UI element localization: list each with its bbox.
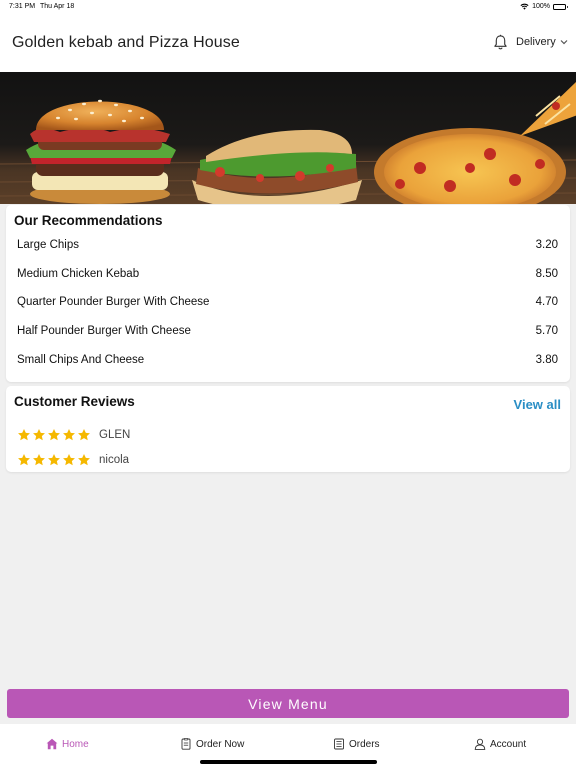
star-icon [63, 454, 75, 466]
item-price: 4.70 [535, 296, 558, 308]
star-icon [33, 454, 45, 466]
star-icon [48, 429, 60, 441]
item-price: 8.50 [535, 268, 558, 280]
bell-icon[interactable] [493, 34, 508, 51]
review-item: nicola [17, 453, 129, 467]
recommendations-title: Our Recommendations [14, 213, 163, 228]
status-right: 100% [520, 3, 568, 10]
view-all-link[interactable]: View all [514, 397, 561, 412]
review-item: GLEN [17, 428, 130, 442]
hero-banner [0, 72, 576, 204]
battery-icon [553, 3, 568, 10]
home-indicator[interactable] [200, 760, 377, 764]
tab-account-label: Account [490, 738, 527, 750]
recommendation-item[interactable]: Small Chips And Cheese 3.80 [17, 354, 558, 366]
tab-order-now[interactable]: Order Now [180, 738, 244, 750]
tab-account[interactable]: Account [474, 738, 526, 750]
reviewer-name: nicola [99, 454, 130, 466]
restaurant-title: Golden kebab and Pizza House [12, 34, 240, 51]
star-icon [18, 429, 30, 441]
account-icon [474, 738, 486, 750]
item-name: Small Chips And Cheese [17, 354, 145, 366]
star-icon [78, 454, 90, 466]
item-price: 3.80 [535, 354, 558, 366]
tab-order-now-label: Order Now [196, 738, 245, 750]
view-menu-button[interactable]: View Menu [7, 689, 569, 718]
status-date: Thu Apr 18 [40, 3, 75, 10]
star-icon [18, 454, 30, 466]
status-bar: 7:31 PM Thu Apr 18 100% [0, 0, 576, 14]
recommendations-card: Our Recommendations Large Chips 3.20 Med… [6, 205, 570, 382]
delivery-label: Delivery [516, 36, 556, 48]
battery-percent: 100% [532, 3, 550, 10]
recommendation-item[interactable]: Quarter Pounder Burger With Cheese 4.70 [17, 296, 558, 308]
item-name: Large Chips [17, 239, 80, 251]
status-time: 7:31 PM [9, 3, 36, 10]
reviews-title: Customer Reviews [14, 394, 135, 409]
tab-home[interactable]: Home [46, 738, 89, 750]
star-rating [17, 453, 91, 467]
star-rating [17, 428, 91, 442]
home-icon [46, 738, 58, 750]
star-icon [48, 454, 60, 466]
bottom-tab-bar: Home Order Now Orders Account [0, 724, 576, 768]
delivery-dropdown[interactable]: Delivery [516, 36, 568, 48]
chevron-down-icon [560, 40, 568, 45]
orders-list-icon [334, 738, 344, 750]
recommendation-item[interactable]: Medium Chicken Kebab 8.50 [17, 268, 558, 280]
reviewer-name: GLEN [99, 429, 131, 441]
star-icon [78, 429, 90, 441]
customer-reviews-card: Customer Reviews View all GLEN nicola [6, 386, 570, 472]
order-icon [181, 738, 191, 750]
recommendation-item[interactable]: Half Pounder Burger With Cheese 5.70 [17, 325, 558, 337]
item-name: Half Pounder Burger With Cheese [17, 325, 191, 337]
app-header: Golden kebab and Pizza House Delivery [0, 14, 576, 72]
star-icon [63, 429, 75, 441]
tab-orders[interactable]: Orders [333, 738, 380, 750]
recommendation-item[interactable]: Large Chips 3.20 [17, 239, 558, 251]
tab-home-label: Home [62, 738, 89, 750]
item-price: 3.20 [535, 239, 558, 251]
item-price: 5.70 [535, 325, 558, 337]
food-banner-image [0, 72, 576, 204]
item-name: Quarter Pounder Burger With Cheese [17, 296, 210, 308]
wifi-icon [520, 3, 529, 10]
star-icon [33, 429, 45, 441]
item-name: Medium Chicken Kebab [17, 268, 140, 280]
tab-orders-label: Orders [349, 738, 380, 750]
